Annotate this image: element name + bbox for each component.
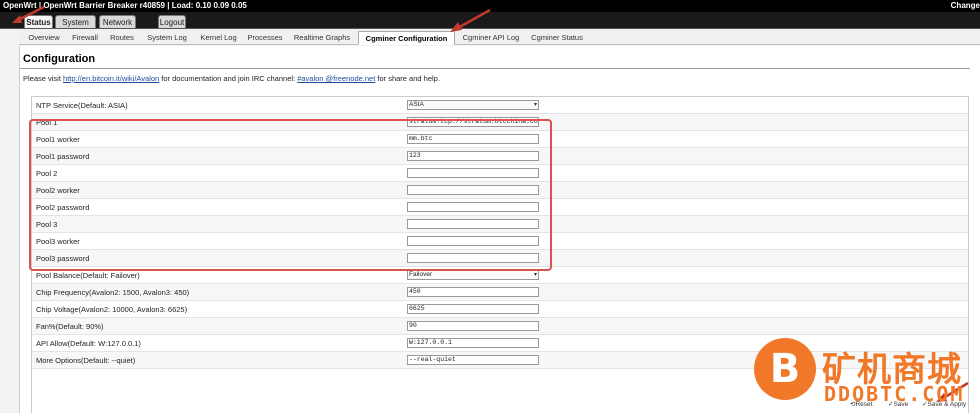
save-apply-button[interactable]: ✓Save & Apply <box>922 398 966 411</box>
status-subtabs: Overview Firewall Routes System Log Kern… <box>19 29 980 45</box>
pool2-label: Pool 2 <box>36 169 58 178</box>
form-row-pool2: Pool 2 <box>32 165 968 182</box>
menu-tab-network[interactable]: Network <box>99 15 136 28</box>
api-allow-input[interactable]: W:127.0.0.1 <box>407 338 539 348</box>
pool1-url-input[interactable]: stratum+tcp://stratum.btcchina.com:3333 <box>407 117 539 127</box>
pool2-url-input[interactable] <box>407 168 539 178</box>
subtab-cgminer-configuration[interactable]: Cgminer Configuration <box>358 31 455 45</box>
avalon-wiki-link[interactable]: http://en.bitcoin.it/wiki/Avalon <box>63 74 159 83</box>
desc-prefix: Please visit <box>23 74 64 83</box>
menu-tab-logout[interactable]: Logout <box>158 15 186 28</box>
api-allow-label: API Allow(Default: W:127.0.0.1) <box>36 339 141 348</box>
more-options-input[interactable]: --real-quiet <box>407 355 539 365</box>
system-info-text: OpenWrt | OpenWrt Barrier Breaker r40859… <box>3 1 247 10</box>
configuration-page: Configuration Please visit http://en.bit… <box>19 46 980 413</box>
pool2-worker-label: Pool2 worker <box>36 186 80 195</box>
pool3-password-input[interactable] <box>407 253 539 263</box>
menu-tab-system[interactable]: System <box>55 15 96 28</box>
form-row-api-allow: API Allow(Default: W:127.0.0.1) W:127.0.… <box>32 335 968 352</box>
form-row-pool1: Pool 1 stratum+tcp://stratum.btcchina.co… <box>32 114 968 131</box>
ntp-service-label: NTP Service(Default: ASIA) <box>36 101 128 110</box>
pool3-password-label: Pool3 password <box>36 254 90 263</box>
pool1-password-input[interactable]: 123 <box>407 151 539 161</box>
subtab-firewall[interactable]: Firewall <box>68 31 102 45</box>
chip-voltage-input[interactable]: 6625 <box>407 304 539 314</box>
pool1-label: Pool 1 <box>36 118 58 127</box>
form-row-more-options: More Options(Default: --quiet) --real-qu… <box>32 352 968 369</box>
form-row-ntp-service: NTP Service(Default: ASIA) ASIA ▾ <box>32 97 968 114</box>
main-menu: Status System Network Logout <box>0 12 980 29</box>
subtab-cgminer-status[interactable]: Cgminer Status <box>528 31 586 45</box>
pool2-password-label: Pool2 password <box>36 203 90 212</box>
pool-balance-select[interactable]: Failover ▾ <box>407 270 539 280</box>
form-row-pool3-worker: Pool3 worker <box>32 233 968 250</box>
subtab-overview[interactable]: Overview <box>25 31 63 45</box>
pool1-worker-input[interactable]: mm.btc <box>407 134 539 144</box>
change-link[interactable]: Change <box>951 0 980 12</box>
form-row-pool3-password: Pool3 password <box>32 250 968 267</box>
subtab-system-log[interactable]: System Log <box>143 31 191 45</box>
desc-suffix: for share and help. <box>375 74 440 83</box>
reset-button[interactable]: ⟲Reset <box>850 398 872 411</box>
config-form: NTP Service(Default: ASIA) ASIA ▾ Pool 1 … <box>31 96 969 413</box>
form-row-pool1-password: Pool1 password 123 <box>32 148 968 165</box>
pool2-password-input[interactable] <box>407 202 539 212</box>
desc-mid: for documentation and join IRC channel: <box>159 74 298 83</box>
form-row-pool1-worker: Pool1 worker mm.btc <box>32 131 968 148</box>
pool1-worker-label: Pool1 worker <box>36 135 80 144</box>
chevron-down-icon: ▾ <box>533 102 537 108</box>
save-button[interactable]: ✓Save <box>888 398 908 411</box>
fan-input[interactable]: 90 <box>407 321 539 331</box>
subtab-routes[interactable]: Routes <box>107 31 137 45</box>
irc-channel-link[interactable]: #avalon @freenode.net <box>297 74 375 83</box>
page-title: Configuration <box>23 53 96 65</box>
menu-tab-status[interactable]: Status <box>24 15 53 28</box>
form-row-fan: Fan%(Default: 90%) 90 <box>32 318 968 335</box>
pool3-url-input[interactable] <box>407 219 539 229</box>
form-row-pool2-password: Pool2 password <box>32 199 968 216</box>
pool3-worker-label: Pool3 worker <box>36 237 80 246</box>
subtab-realtime-graphs[interactable]: Realtime Graphs <box>290 31 354 45</box>
subtab-cgminer-api-log[interactable]: Cgminer API Log <box>460 31 522 45</box>
pool3-label: Pool 3 <box>36 220 58 229</box>
form-row-pool-balance: Pool Balance(Default: Failover) Failover… <box>32 267 968 284</box>
chip-voltage-label: Chip Voltage(Avalon2: 10000, Avalon3: 66… <box>36 305 188 314</box>
title-divider <box>20 68 970 69</box>
form-row-chip-frequency: Chip Frequency(Avalon2: 1500, Avalon3: 4… <box>32 284 968 301</box>
pool3-worker-input[interactable] <box>407 236 539 246</box>
pool1-password-label: Pool1 password <box>36 152 90 161</box>
chevron-down-icon: ▾ <box>533 272 537 278</box>
subtab-kernel-log[interactable]: Kernel Log <box>196 31 241 45</box>
form-row-chip-voltage: Chip Voltage(Avalon2: 10000, Avalon3: 66… <box>32 301 968 318</box>
subtab-processes[interactable]: Processes <box>245 31 285 45</box>
form-row-pool3: Pool 3 <box>32 216 968 233</box>
form-row-pool2-worker: Pool2 worker <box>32 182 968 199</box>
fan-label: Fan%(Default: 90%) <box>36 322 104 331</box>
top-status-bar: OpenWrt | OpenWrt Barrier Breaker r40859… <box>0 0 980 12</box>
pool-balance-label: Pool Balance(Default: Failover) <box>36 271 140 280</box>
chip-frequency-label: Chip Frequency(Avalon2: 1500, Avalon3: 4… <box>36 288 190 297</box>
pool2-worker-input[interactable] <box>407 185 539 195</box>
page-description: Please visit http://en.bitcoin.it/wiki/A… <box>23 74 440 83</box>
chip-frequency-input[interactable]: 450 <box>407 287 539 297</box>
ntp-service-select[interactable]: ASIA ▾ <box>407 100 539 110</box>
more-options-label: More Options(Default: --quiet) <box>36 356 136 365</box>
